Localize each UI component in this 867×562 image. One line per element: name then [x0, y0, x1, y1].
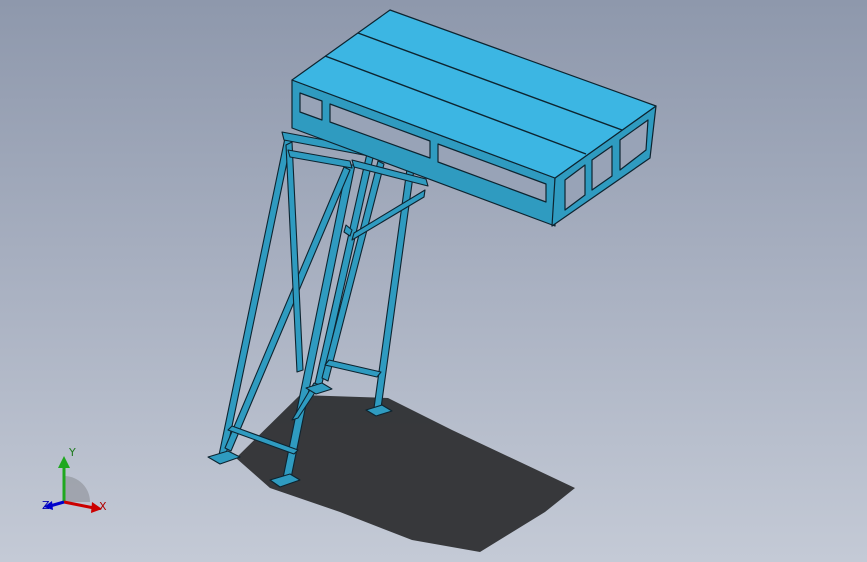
- x-axis-label: X: [99, 500, 107, 513]
- graphics-viewport[interactable]: Y X Z: [0, 0, 867, 562]
- y-axis-label: Y: [69, 446, 76, 459]
- z-axis-label: Z: [42, 499, 50, 512]
- triad-plane-indicator: [64, 476, 90, 502]
- platform-model[interactable]: [0, 0, 867, 562]
- x-axis-line: [63, 500, 95, 510]
